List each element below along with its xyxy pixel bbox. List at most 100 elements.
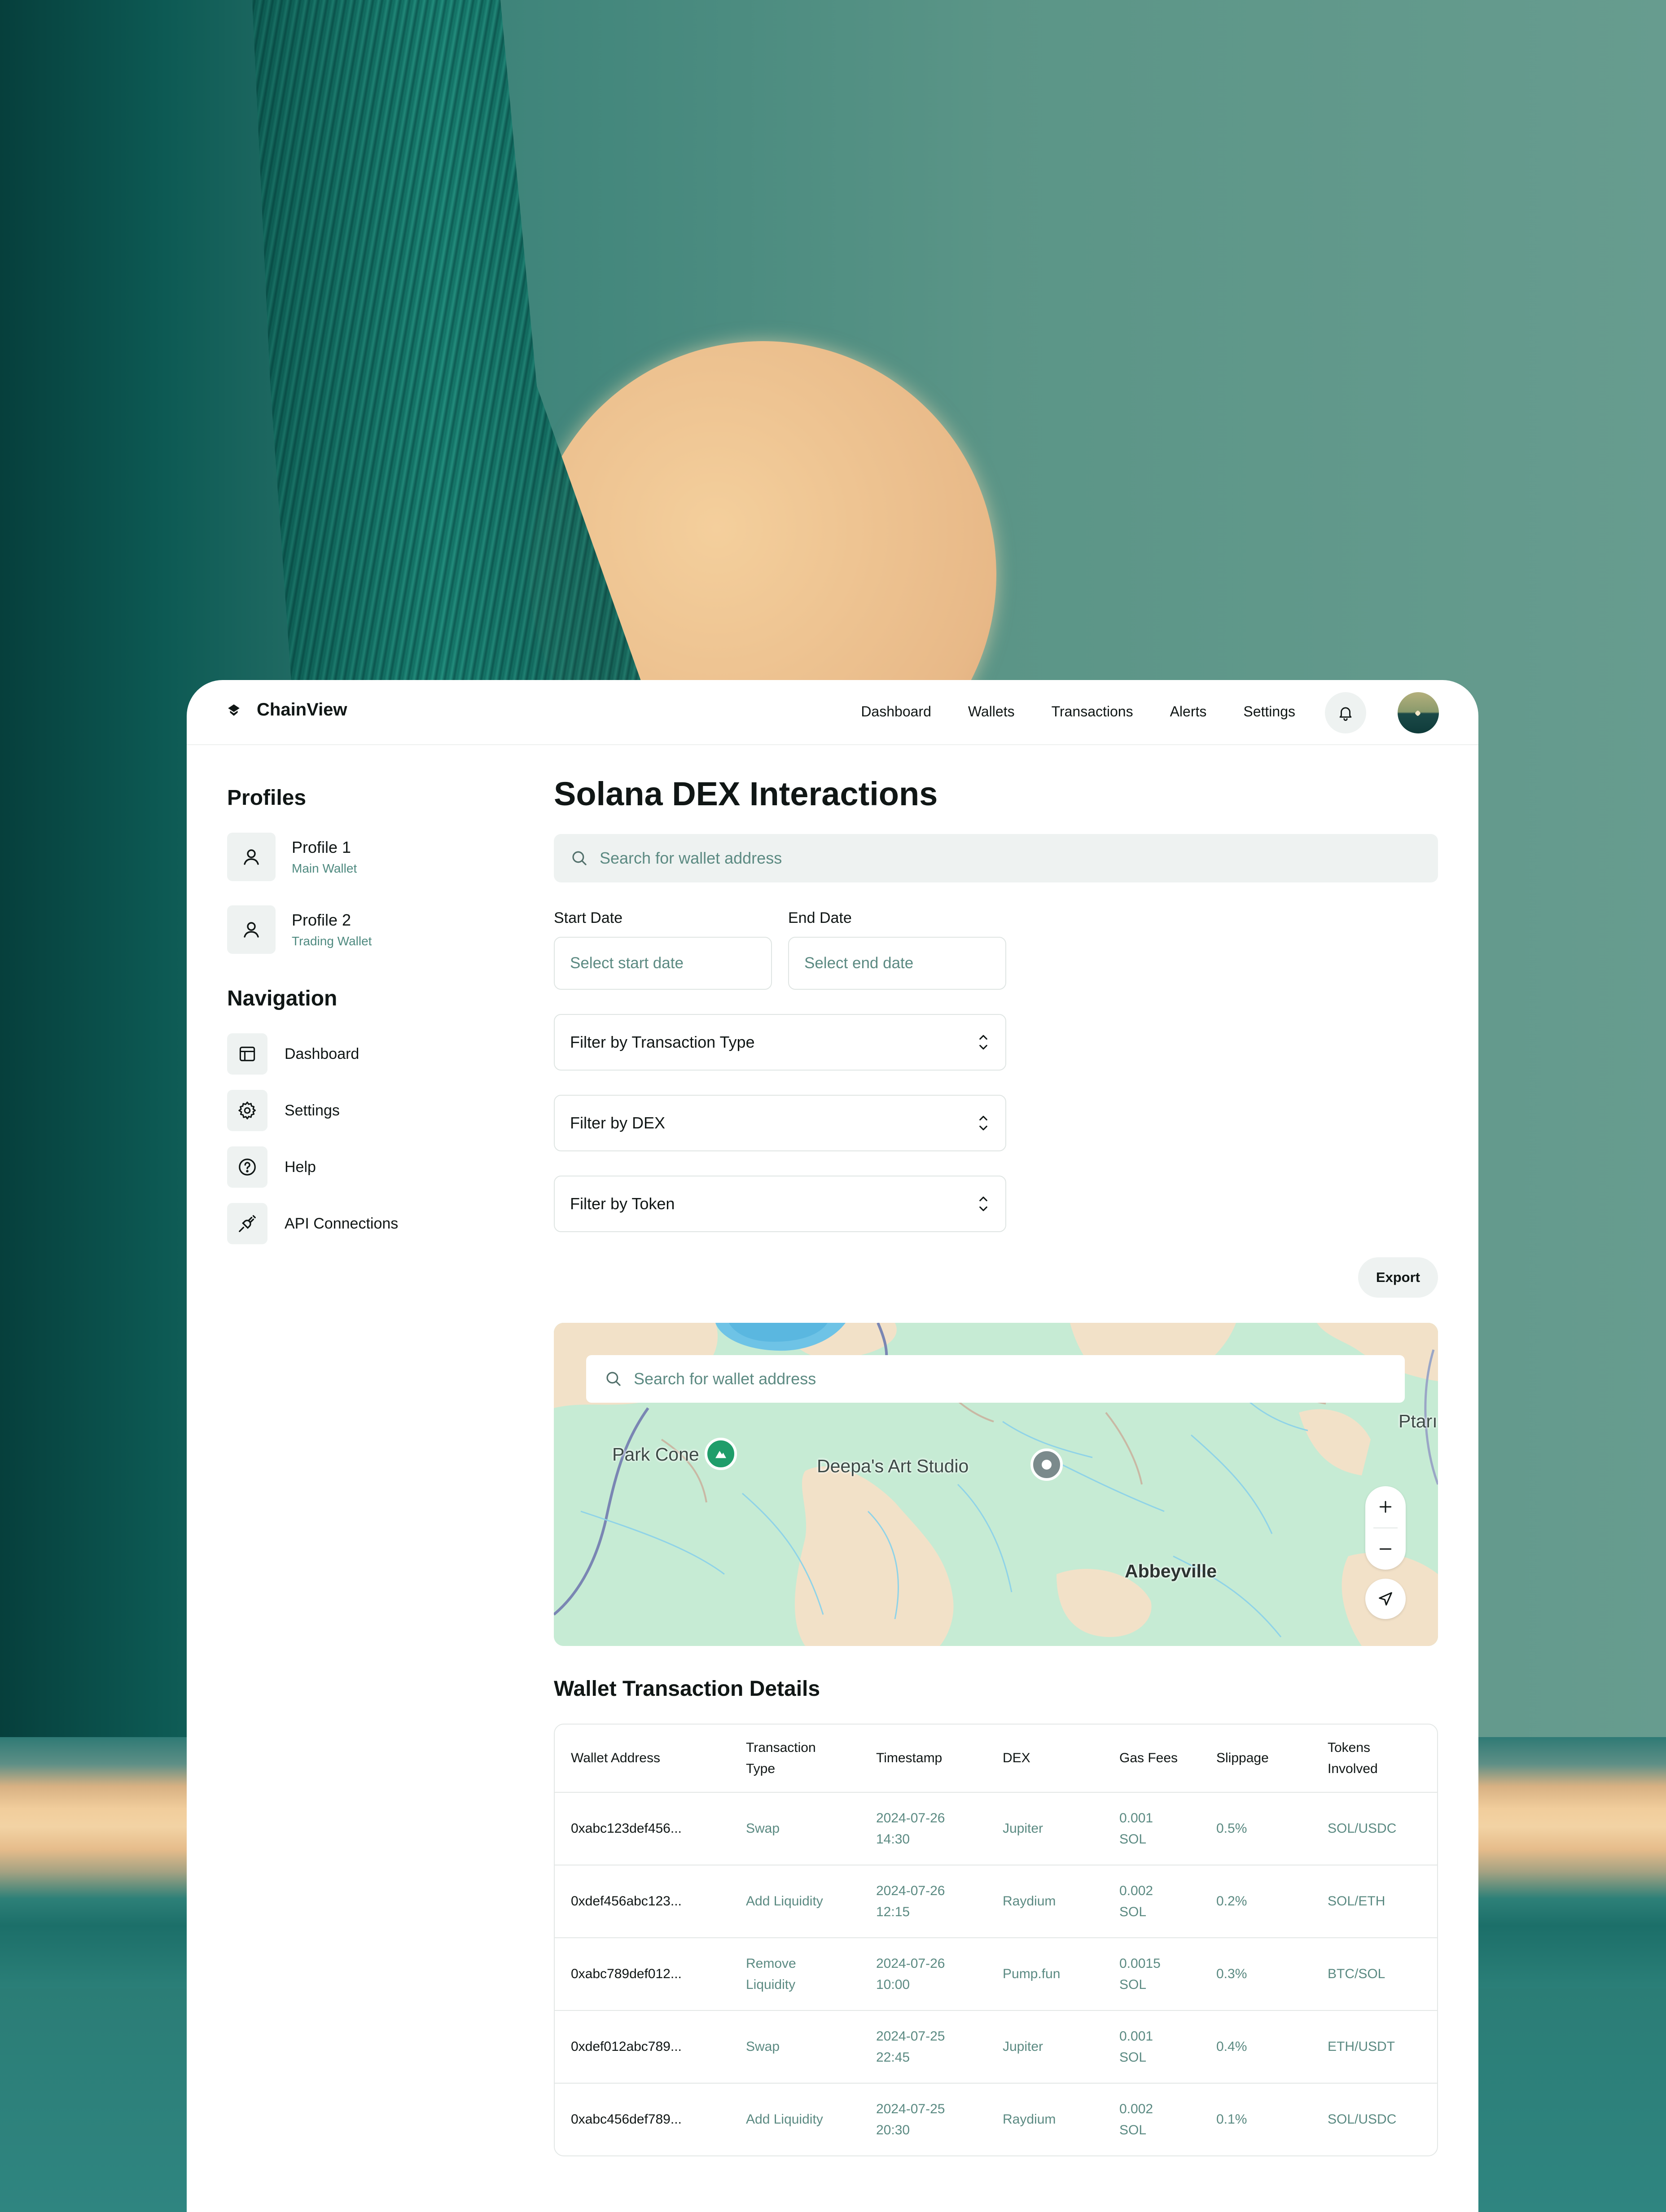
column-header[interactable]: DEX — [986, 1724, 1103, 1793]
page-title: Solana DEX Interactions — [554, 775, 938, 812]
timestamp-cell: 2024-07-26 10:00 — [860, 1937, 986, 2011]
notifications-button[interactable] — [1325, 692, 1366, 733]
select-value: Filter by Token — [570, 1194, 675, 1213]
map-search-input[interactable] — [633, 1369, 1389, 1389]
start-date-input[interactable] — [554, 936, 772, 990]
select-value: Filter by Transaction Type — [570, 1032, 755, 1051]
transaction-type-cell: Swap — [730, 1792, 860, 1865]
start-date-group: Start Date — [554, 909, 772, 990]
profile-item-2[interactable]: Profile 2 Trading Wallet — [227, 905, 496, 954]
dex-cell: Jupiter — [986, 1792, 1103, 1865]
chevron-up-down-icon — [979, 1115, 987, 1130]
brand[interactable]: ChainView — [226, 700, 347, 720]
transaction-type-cell: Add Liquidity — [730, 2083, 860, 2155]
map-label-town: Abbeyville — [1125, 1560, 1217, 1581]
cell-text: 0.001 SOL — [1119, 1810, 1153, 1847]
wallet-search-input[interactable] — [599, 848, 1363, 868]
table-row[interactable]: 0xabc123def456... Swap 2024-07-26 14:30 … — [555, 1792, 1437, 1865]
nav-link-transactions[interactable]: Transactions — [1052, 703, 1133, 720]
column-header[interactable]: Transaction Type — [730, 1724, 860, 1793]
profiles-heading: Profiles — [227, 786, 307, 810]
table-row[interactable]: 0xdef456abc123... Add Liquidity 2024-07-… — [555, 1865, 1437, 1938]
zoom-in-button[interactable] — [1365, 1486, 1406, 1527]
wallet-address-cell: 0xabc123def456... — [555, 1792, 730, 1865]
nav-link-wallets[interactable]: Wallets — [968, 703, 1015, 720]
sidebar-item-settings[interactable]: Settings — [227, 1090, 496, 1131]
tokens-cell: BTC/SOL — [1311, 1937, 1437, 2011]
search-icon — [606, 1372, 621, 1386]
chevron-up-down-icon — [979, 1196, 987, 1211]
gas-fees-cell: 0.002 SOL — [1103, 2083, 1200, 2155]
map-search-bar[interactable] — [586, 1355, 1405, 1403]
header-text: Tokens Involved — [1328, 1740, 1378, 1776]
timestamp-cell: 2024-07-26 12:15 — [860, 1865, 986, 1938]
cell-text: Swap — [746, 2039, 780, 2054]
slippage-cell: 0.3% — [1200, 1937, 1311, 2011]
park-marker[interactable] — [705, 1437, 737, 1470]
table-title: Wallet Transaction Details — [554, 1677, 820, 1701]
sidebar-item-dashboard[interactable]: Dashboard — [227, 1033, 496, 1075]
sidebar-item-label: Help — [285, 1158, 316, 1176]
studio-marker[interactable] — [1030, 1448, 1063, 1481]
column-header[interactable]: Wallet Address — [555, 1724, 730, 1793]
end-date-label: End Date — [788, 909, 852, 926]
slippage-cell: 0.5% — [1200, 1792, 1311, 1865]
gas-fees-cell: 0.0015 SOL — [1103, 1937, 1200, 2011]
minus-icon — [1379, 1548, 1392, 1550]
profile-avatar-tile — [227, 905, 276, 954]
wallet-map[interactable]: Park Cone Deepa's Art Studio Abbeyville … — [554, 1322, 1438, 1646]
slippage-cell: 0.4% — [1200, 2010, 1311, 2084]
transaction-type-cell: Swap — [730, 2010, 860, 2084]
header-text: DEX — [1003, 1751, 1030, 1766]
brand-name: ChainView — [257, 700, 347, 720]
sidebar-item-help[interactable]: Help — [227, 1146, 496, 1188]
slippage-cell: 0.1% — [1216, 2112, 1247, 2127]
transaction-type-filter[interactable]: Filter by Transaction Type — [554, 1014, 1006, 1071]
table-header-row: Wallet Address Transaction Type Timestam… — [555, 1724, 1437, 1793]
table-row[interactable]: 0xabc456def789... Add Liquidity 2024-07-… — [555, 2083, 1437, 2155]
nav-link-dashboard[interactable]: Dashboard — [861, 703, 931, 720]
column-header[interactable]: Slippage — [1200, 1724, 1311, 1793]
slippage-cell: 0.2% — [1200, 1865, 1311, 1938]
gas-fees-cell: 0.001 SOL — [1103, 2010, 1200, 2084]
cell-text: Add Liquidity — [746, 2112, 823, 2127]
map-label-edge: Ptarı — [1399, 1410, 1438, 1431]
cell-text: Add Liquidity — [746, 1894, 823, 1909]
cell-text: 2024-07-26 14:30 — [876, 1810, 945, 1847]
cell-text: 2024-07-25 22:45 — [876, 2028, 945, 2065]
search-icon — [572, 851, 587, 865]
timestamp-cell: 2024-07-25 22:45 — [860, 2010, 986, 2084]
help-circle-icon — [239, 1159, 256, 1176]
plus-icon — [1379, 1501, 1392, 1513]
table-row[interactable]: 0xdef012abc789... Swap 2024-07-25 22:45 … — [555, 2010, 1437, 2084]
user-avatar[interactable] — [1398, 692, 1439, 733]
nav-link-settings[interactable]: Settings — [1243, 703, 1295, 720]
cell-text: 0.0015 SOL — [1119, 1956, 1161, 1992]
column-header[interactable]: Gas Fees — [1103, 1724, 1200, 1793]
end-date-input[interactable] — [788, 936, 1006, 990]
sidebar-item-api-connections[interactable]: API Connections — [227, 1203, 496, 1244]
wallet-address-cell: 0xdef456abc123... — [555, 1865, 730, 1938]
profile-name: Profile 2 — [292, 911, 351, 929]
timestamp-cell: 2024-07-26 14:30 — [860, 1792, 986, 1865]
dex-cell: Raydium — [1003, 2112, 1056, 2127]
wallet-search-bar[interactable] — [554, 834, 1438, 882]
profile-item-1[interactable]: Profile 1 Main Wallet — [227, 833, 496, 881]
top-navigation-bar: ChainView Dashboard Wallets Transactions… — [187, 680, 1478, 745]
zoom-out-button[interactable] — [1365, 1528, 1406, 1570]
export-row: Export — [554, 1257, 1438, 1298]
export-button[interactable]: Export — [1358, 1257, 1438, 1298]
locate-me-button[interactable] — [1365, 1578, 1406, 1619]
dex-filter[interactable]: Filter by DEX — [554, 1094, 1006, 1151]
column-header[interactable]: Tokens Involved — [1311, 1724, 1437, 1793]
table-row[interactable]: 0xabc789def012... Remove Liquidity 2024-… — [555, 1937, 1437, 2011]
column-header[interactable]: Timestamp — [860, 1724, 986, 1793]
wallet-address-cell: 0xdef012abc789... — [555, 2010, 730, 2084]
nav-link-alerts[interactable]: Alerts — [1170, 703, 1207, 720]
zoom-controls — [1365, 1486, 1406, 1570]
cell-text: 2024-07-25 20:30 — [876, 2101, 945, 2137]
wallet-address-cell: 0xabc456def789... — [571, 2112, 682, 2127]
token-filter[interactable]: Filter by Token — [554, 1175, 1006, 1232]
navigation-heading: Navigation — [227, 987, 338, 1010]
sidebar: Profiles Profile 1 Main Wallet Profile 2… — [227, 786, 496, 1244]
